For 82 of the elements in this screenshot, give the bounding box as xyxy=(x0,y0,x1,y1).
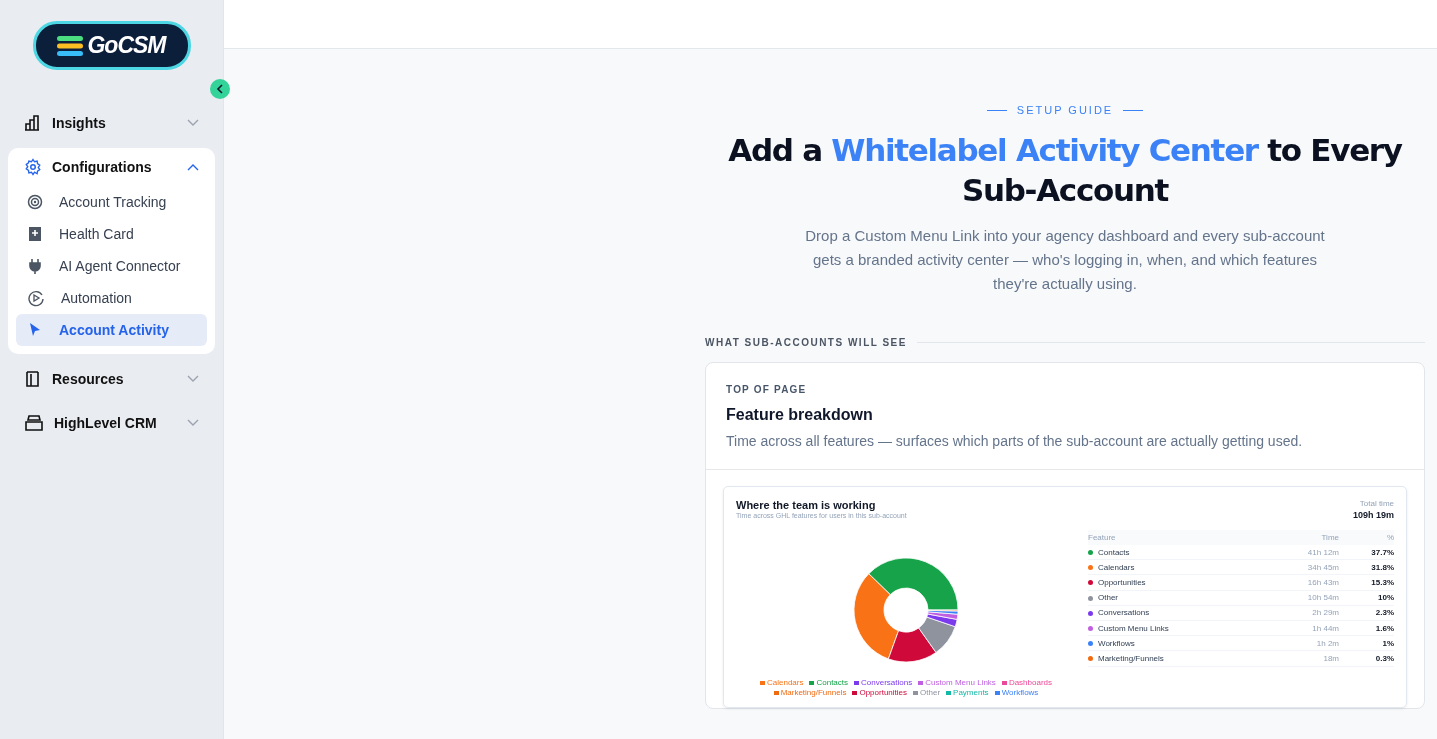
target-icon xyxy=(27,194,43,210)
legend-swatch xyxy=(854,680,860,685)
table-cell: 34h 45m xyxy=(1269,559,1339,575)
legend-swatch xyxy=(913,690,919,695)
nav-item[interactable]: Account Activity xyxy=(16,314,207,346)
collapse-button[interactable] xyxy=(210,79,230,99)
section-label: WHAT SUB-ACCOUNTS WILL SEE xyxy=(705,337,907,348)
book-icon xyxy=(24,370,42,388)
legend-swatch xyxy=(852,690,858,695)
bar-chart-icon xyxy=(24,114,42,132)
table-cell: 15.3% xyxy=(1339,574,1394,591)
nav-section[interactable]: Resources xyxy=(8,360,215,398)
legend-label: Calendars xyxy=(767,678,804,687)
legend-label: Contacts xyxy=(816,678,849,687)
column-header: Time xyxy=(1269,530,1339,545)
nav-item[interactable]: AI Agent Connector xyxy=(16,250,207,282)
legend-label: Custom Menu Links xyxy=(925,678,996,687)
feature-name: Contacts xyxy=(1098,547,1130,557)
feature-name: Marketing/Funnels xyxy=(1098,653,1164,663)
chevron-up-icon xyxy=(187,163,199,171)
table-cell: 10h 54m xyxy=(1269,590,1339,606)
chevron-down-icon xyxy=(187,119,199,127)
legend-label: Marketing/Funnels xyxy=(780,688,847,697)
table-cell: 1.6% xyxy=(1339,620,1394,636)
chevron-down-icon xyxy=(187,375,199,383)
table-cell: 10% xyxy=(1339,590,1394,606)
column-header: Feature xyxy=(1088,530,1270,545)
legend-swatch xyxy=(809,680,815,685)
page-title: Add a Whitelabel Activity Center to Every Sub-Account xyxy=(727,131,1404,210)
table-cell: 2.3% xyxy=(1339,605,1394,621)
legend-swatch xyxy=(760,680,765,685)
feature-name: Custom Menu Links xyxy=(1098,623,1169,633)
nav-section[interactable]: Insights xyxy=(8,104,215,142)
legend-label: Other xyxy=(920,688,941,697)
legend-swatch xyxy=(773,690,779,695)
legend-label: Opportunities xyxy=(859,688,908,697)
table-cell: 18m xyxy=(1269,650,1339,666)
table-cell: 1% xyxy=(1339,635,1394,651)
table-cell: 1h 44m xyxy=(1269,620,1339,636)
stack-icon xyxy=(24,414,44,432)
table-cell: 1h 2m xyxy=(1269,635,1339,651)
medical-card-icon xyxy=(27,226,43,242)
nav-section[interactable]: HighLevel CRM xyxy=(8,404,215,442)
page-subtitle: Drop a Custom Menu Link into your agency dashboard and every sub-account gets a branded activity center — who's logging in, when, and which features they're actually using. xyxy=(804,226,1326,294)
card-description: Time across all features — surfaces which parts of the sub-account are actually getting used. xyxy=(726,433,1304,449)
legend-label: Dashboards xyxy=(1008,678,1052,687)
stripes-icon xyxy=(57,35,84,56)
total-value: 109h 19m xyxy=(1352,510,1394,520)
card-eyebrow: TOP OF PAGE xyxy=(726,384,808,395)
eyebrow-label: SETUP GUIDE xyxy=(1016,104,1114,116)
nav-item[interactable]: Account Tracking xyxy=(16,186,207,218)
card-title: Feature breakdown xyxy=(726,406,874,424)
feature-name: Conversations xyxy=(1098,608,1150,618)
legend-label: Payments xyxy=(953,688,989,697)
table-cell: 37.7% xyxy=(1339,545,1394,560)
nav-item[interactable]: Health Card xyxy=(16,218,207,250)
table-cell: 41h 12m xyxy=(1269,545,1339,560)
table-cell: 16h 43m xyxy=(1269,574,1339,591)
total-label: Total time xyxy=(1358,499,1394,508)
preview-title: Where the team is working xyxy=(736,499,877,511)
play-cycle-icon xyxy=(27,289,45,307)
nav-item[interactable]: Automation xyxy=(16,282,207,314)
legend-label: Workflows xyxy=(1001,688,1039,697)
chevron-down-icon xyxy=(187,419,199,427)
legend-swatch xyxy=(994,690,1000,695)
logo-text: GoCSM xyxy=(87,32,166,59)
plug-icon xyxy=(27,258,43,274)
column-header: % xyxy=(1339,530,1394,545)
feature-name: Other xyxy=(1098,593,1118,603)
legend-swatch xyxy=(918,680,924,685)
table-cell: 2h 29m xyxy=(1269,605,1339,621)
feature-name: Calendars xyxy=(1098,562,1135,572)
nav-section[interactable]: Configurations xyxy=(8,148,215,186)
legend-swatch xyxy=(946,690,952,695)
settings-icon xyxy=(24,158,42,176)
feature-name: Workflows xyxy=(1098,638,1135,648)
feature-name: Opportunities xyxy=(1098,577,1146,587)
legend-swatch xyxy=(1001,680,1007,685)
chevron-left-icon xyxy=(216,84,224,94)
table-cell: 0.3% xyxy=(1339,650,1394,666)
legend-label: Conversations xyxy=(861,678,913,687)
table-cell: 31.8% xyxy=(1339,559,1394,575)
